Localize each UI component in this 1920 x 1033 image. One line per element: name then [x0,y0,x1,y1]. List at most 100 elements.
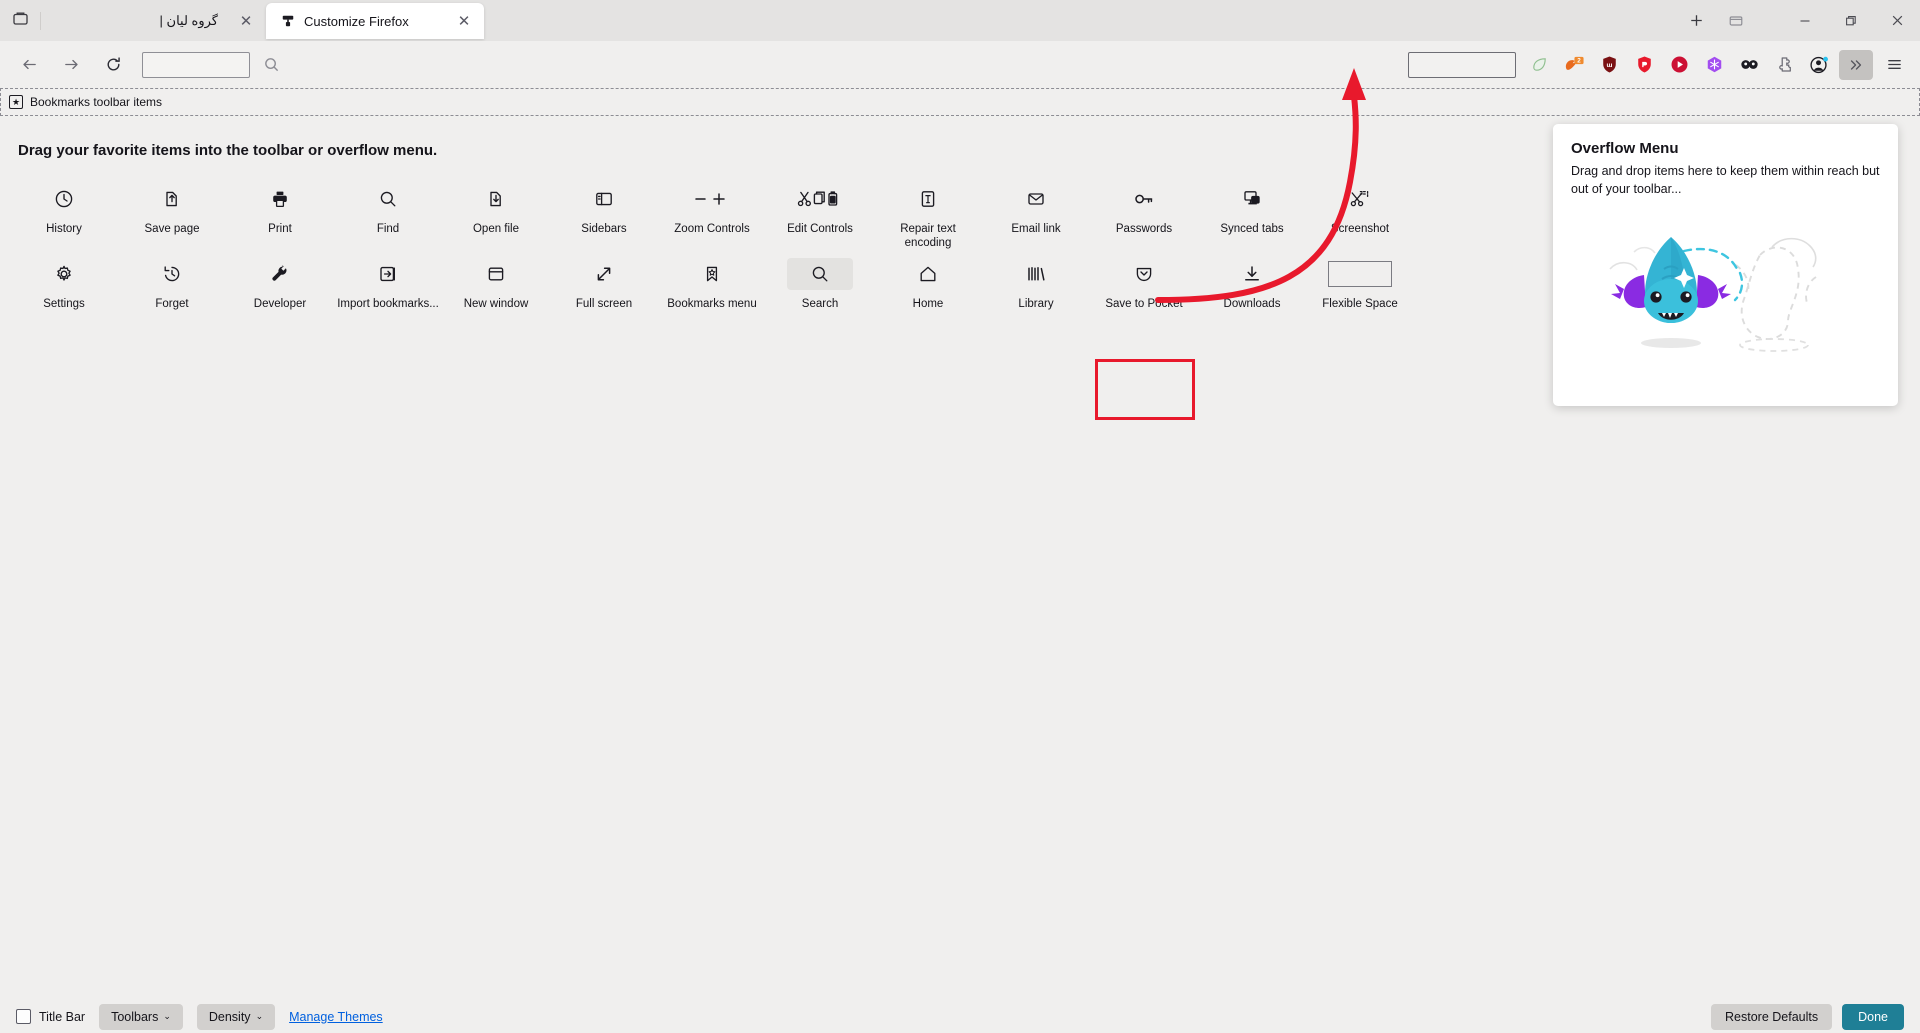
palette-item-sidebars[interactable]: Sidebars [550,176,658,251]
palette-item-full-screen[interactable]: Full screen [550,251,658,311]
palette-item-synced-tabs[interactable]: Synced tabs [1198,176,1306,251]
tab-list-button[interactable] [0,0,40,41]
hamburger-menu-icon[interactable] [1876,49,1912,81]
snowflake-extension-icon[interactable] [1697,49,1731,81]
palette-item-developer[interactable]: Developer [226,251,334,311]
palette-item-save-page[interactable]: Save page [118,176,226,251]
palette-item-search[interactable]: Search [766,251,874,311]
restore-defaults-button[interactable]: Restore Defaults [1711,1003,1833,1030]
palette-item-settings[interactable]: Settings [10,251,118,311]
address-bar-input[interactable] [142,51,250,78]
palette-item-save-to-pocket[interactable]: Save to Pocket [1090,251,1198,311]
clock-icon [31,183,97,215]
manage-themes-link[interactable]: Manage Themes [289,1010,383,1024]
palette-item-label: Forget [155,297,189,310]
density-dropdown-button[interactable]: Density ⌄ [196,1003,276,1030]
chevron-double-right-icon[interactable] [1839,49,1873,80]
tab-customize-firefox[interactable]: Customize Firefox ✕ [266,3,484,39]
tab-close-button[interactable]: ✕ [454,11,474,31]
toolbar-url-field[interactable] [1408,51,1516,78]
palette-item-label: New window [463,297,529,310]
palette-item-new-window[interactable]: New window [442,251,550,311]
tab-group-lian[interactable]: گروه لیان | ✕ [40,3,266,39]
palette-item-label: Screenshot [1330,223,1390,235]
palette-item-email-link[interactable]: Email link [982,176,1090,251]
svg-text:2: 2 [1577,57,1581,64]
palette-item-repair-text-encoding[interactable]: Repair text encoding [874,176,982,251]
firefox-customize-window: گروه لیان | ✕ Customize Firefox ✕ 2 ɯ ★ … [0,0,1920,1033]
palette-item-import-bookmarks[interactable]: Import bookmarks... [334,251,442,311]
gear-icon [31,258,97,290]
palette-item-history[interactable]: History [10,176,118,251]
svg-text:ɯ: ɯ [1606,62,1612,69]
leaf-extension-icon[interactable] [1522,49,1556,81]
palette-item-bookmarks-menu[interactable]: Bookmarks menu [658,251,766,311]
palette-item-downloads[interactable]: Downloads [1198,251,1306,311]
palette-item-passwords[interactable]: Passwords [1090,176,1198,251]
palette-item-label: Repair text encoding [900,223,956,250]
cut-copy-paste-icon [787,183,853,215]
palette-item-label: Search [801,297,839,310]
new-window-icon [463,258,529,290]
download-icon [1219,258,1285,290]
open-file-icon [463,183,529,215]
extensions-puzzle-icon[interactable] [1767,49,1801,81]
list-all-tabs-button[interactable] [1716,3,1756,39]
palette-item-label: Sidebars [581,223,627,235]
palette-item-home[interactable]: Home [874,251,982,311]
firefox-monitor-extension-icon[interactable]: 2 [1557,49,1591,81]
palette-item-print[interactable]: Print [226,176,334,251]
palette-item-forget[interactable]: Forget [118,251,226,311]
account-avatar-icon[interactable] [1802,49,1836,81]
infinity-extension-icon[interactable] [1732,49,1766,81]
tab-list-icon [12,10,29,32]
palette-item-label: History [46,223,82,235]
palette-item-library[interactable]: Library [982,251,1090,311]
title-bar-label: Title Bar [39,1009,86,1024]
title-bar-checkbox-row[interactable]: Title Bar [16,1009,85,1024]
tab-title: گروه لیان | [159,13,218,28]
synced-tabs-icon [1219,183,1285,215]
palette-item-label: Flexible Space [1322,297,1398,310]
maximize-button[interactable] [1828,0,1874,41]
pocket-highlight-annotation [1095,359,1195,420]
bookmark-star-icon [679,258,745,290]
toolbars-dropdown-button[interactable]: Toolbars ⌄ [99,1003,183,1030]
done-button[interactable]: Done [1842,1003,1904,1030]
palette-item-label: Downloads [1223,297,1281,310]
bookmarks-toolbar[interactable]: ★ Bookmarks toolbar items [0,88,1920,116]
palette-item-label: Save to Pocket [1105,297,1183,310]
palette-item-edit-controls[interactable]: Edit Controls [766,176,874,251]
close-window-button[interactable] [1874,0,1920,41]
video-downloader-icon[interactable] [1662,49,1696,81]
overflow-panel-description: Drag and drop items here to keep them wi… [1571,164,1880,196]
minimize-button[interactable] [1782,0,1828,41]
back-button[interactable] [11,49,47,81]
palette-item-label: Home [912,297,944,310]
palette-item-open-file[interactable]: Open file [442,176,550,251]
palette-item-screenshot[interactable]: Screenshot [1306,176,1414,251]
forget-clock-icon [139,258,205,290]
adguard-shield-icon[interactable] [1627,49,1661,81]
palette-item-label: Synced tabs [1220,223,1284,235]
bookmarks-toolbar-items[interactable]: ★ Bookmarks toolbar items [9,95,162,109]
reload-button[interactable] [95,49,131,81]
forward-button[interactable] [53,49,89,81]
save-page-icon [139,183,205,215]
extensions-row: 2 ɯ [1522,49,1836,81]
envelope-icon [1003,183,1069,215]
tabstrip-controls [1676,0,1920,41]
palette-item-find[interactable]: Find [334,176,442,251]
search-icon[interactable] [254,49,288,81]
palette-item-zoom-controls[interactable]: Zoom Controls [658,176,766,251]
new-tab-button[interactable] [1676,3,1716,39]
palette-item-label: Find [376,223,400,235]
title-bar-checkbox[interactable] [16,1009,31,1024]
bottom-bar-actions: Restore Defaults Done [1711,1003,1904,1030]
import-arrow-icon [355,258,421,290]
ublock-origin-icon[interactable]: ɯ [1592,49,1626,81]
tab-close-button[interactable]: ✕ [236,11,256,31]
palette-item-label: Full screen [575,297,633,310]
palette-item-flexible-space[interactable]: Flexible Space [1306,251,1414,311]
palette-item-label: Save page [144,223,200,235]
